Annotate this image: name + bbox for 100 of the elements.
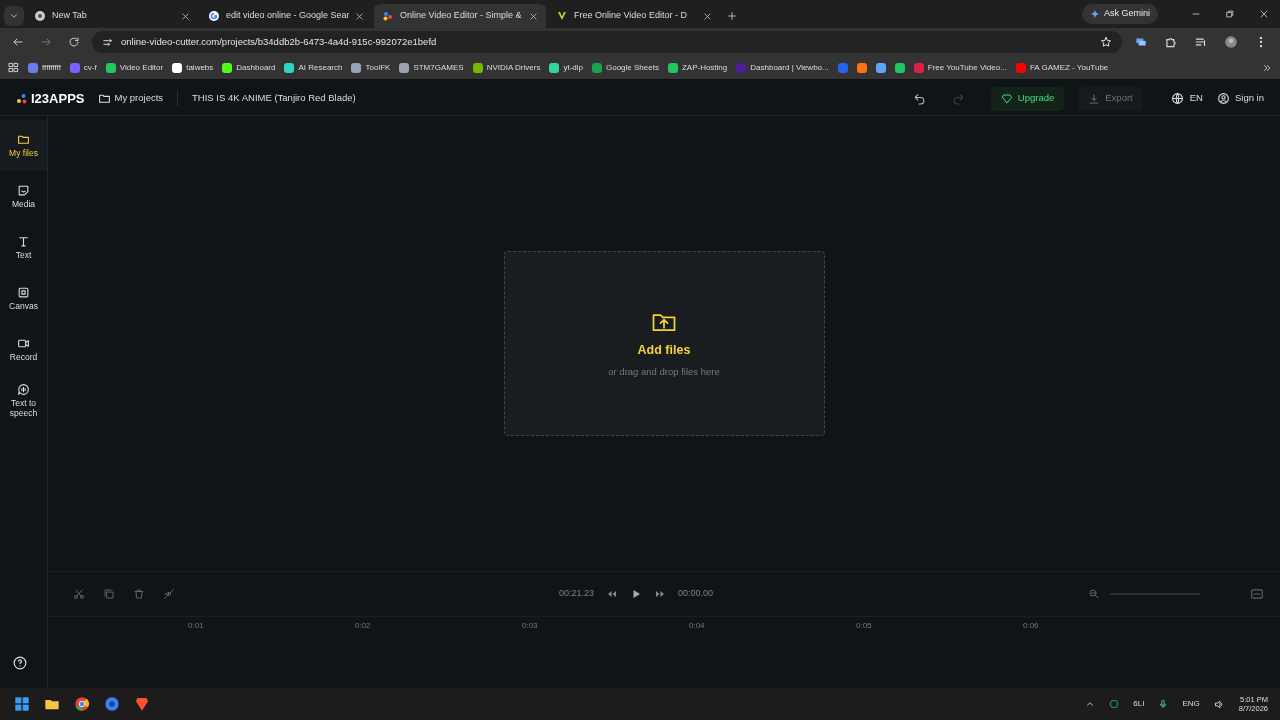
bookmark[interactable]: NVIDIA Drivers bbox=[472, 61, 541, 74]
close-tab-button[interactable] bbox=[529, 11, 538, 21]
zoom-out-icon[interactable] bbox=[1088, 588, 1100, 600]
browser-tab[interactable]: New Tab bbox=[26, 4, 198, 28]
chevrons-right-icon[interactable] bbox=[1262, 62, 1272, 73]
diamond-icon bbox=[1000, 92, 1013, 105]
chevron-down-icon bbox=[9, 11, 19, 21]
bookmark[interactable]: cv-f bbox=[69, 61, 97, 74]
sidebar-item[interactable]: Record bbox=[0, 324, 47, 375]
close-icon bbox=[355, 11, 364, 21]
browser-icon[interactable] bbox=[104, 696, 120, 712]
browser-tab[interactable]: Free Online Video Editor - D bbox=[548, 4, 720, 28]
bookmark[interactable]: FA GAMEZ - YouTube bbox=[1015, 61, 1109, 74]
logo-text: I23APPS bbox=[31, 89, 85, 108]
close-tab-button[interactable] bbox=[703, 11, 712, 21]
v-logo-icon bbox=[556, 10, 568, 22]
chrome-icon bbox=[34, 10, 46, 22]
close-icon bbox=[529, 11, 538, 21]
trash-icon[interactable] bbox=[133, 588, 145, 600]
bookmark[interactable]: Dashboard bbox=[222, 61, 276, 74]
sign-in-button[interactable]: Sign in bbox=[1216, 91, 1264, 106]
time-tick-label: 0:02 bbox=[355, 620, 372, 632]
duration-time: 00:21.23 bbox=[558, 587, 594, 601]
bookmark-icon[interactable] bbox=[837, 62, 848, 73]
bookmark[interactable]: Video Editor bbox=[105, 61, 164, 74]
dots-icon bbox=[382, 10, 394, 22]
back-arrow-icon bbox=[12, 36, 24, 48]
bookmark[interactable]: Free YouTube Video... bbox=[913, 61, 1007, 74]
bookmark[interactable]: ToolFK bbox=[351, 61, 391, 74]
microphone-icon[interactable] bbox=[1158, 699, 1169, 709]
sidebar-item[interactable]: Canvas bbox=[0, 273, 47, 324]
browser-tab[interactable]: Online Video Editor - Simple & bbox=[374, 4, 546, 28]
media-queue-icon[interactable] bbox=[1194, 35, 1208, 49]
current-time: 00:00.00 bbox=[678, 587, 714, 601]
undo-icon[interactable] bbox=[912, 92, 926, 105]
site-info-icon bbox=[102, 36, 113, 48]
language-button[interactable]: EN bbox=[1170, 91, 1203, 106]
sidebar-item[interactable]: Text bbox=[0, 222, 47, 273]
my-projects-link[interactable]: My projects bbox=[98, 91, 164, 106]
windows-start-icon[interactable] bbox=[14, 696, 30, 712]
bookmark[interactable]: AI Research bbox=[284, 61, 343, 74]
chevron-up-icon[interactable] bbox=[1085, 699, 1096, 709]
time-tick-label: 0:01 bbox=[188, 620, 205, 632]
bookmark[interactable]: taiwebs bbox=[172, 61, 214, 74]
close-icon bbox=[703, 11, 712, 21]
avatar-icon[interactable] bbox=[1224, 35, 1238, 49]
forward-arrow-icon bbox=[40, 36, 52, 48]
speech-bubble-icon bbox=[17, 382, 30, 396]
add-files-title: Add files bbox=[637, 342, 691, 359]
bookmark[interactable]: Google Sheets bbox=[592, 61, 659, 74]
ask-gemini-button[interactable]: Ask Gemini bbox=[1082, 4, 1158, 24]
text-icon bbox=[17, 234, 30, 248]
chrome-icon[interactable] bbox=[74, 696, 90, 712]
weather-text[interactable]: 6LI bbox=[1133, 698, 1145, 710]
apps-grid-icon[interactable] bbox=[8, 62, 19, 73]
lion-shield-icon[interactable] bbox=[134, 696, 150, 712]
detach-audio-icon[interactable] bbox=[163, 588, 175, 600]
bookmark[interactable]: yt-dlp bbox=[549, 61, 583, 74]
globe-icon bbox=[1170, 92, 1184, 105]
bookmark-icon[interactable] bbox=[894, 62, 905, 73]
cut-icon[interactable] bbox=[73, 588, 85, 600]
close-tab-button[interactable] bbox=[181, 11, 190, 21]
sparkle-icon bbox=[1090, 9, 1100, 19]
time-tick-label: 0:03 bbox=[522, 620, 539, 632]
sidebar-item[interactable]: Media bbox=[0, 171, 47, 222]
upgrade-button[interactable]: Upgrade bbox=[990, 86, 1065, 111]
browser-tab[interactable]: edit video online - Google Sear bbox=[200, 4, 372, 28]
fit-width-icon[interactable] bbox=[1250, 587, 1264, 601]
bookmark[interactable]: fffffffff bbox=[28, 61, 61, 74]
logo-dots-icon bbox=[16, 92, 28, 105]
bookmark-icon[interactable] bbox=[856, 62, 867, 73]
puzzle-icon[interactable] bbox=[1164, 35, 1178, 49]
close-icon bbox=[181, 11, 190, 21]
time-tick-label: 0:05 bbox=[856, 620, 873, 632]
reload-icon bbox=[68, 36, 80, 48]
duplicate-icon[interactable] bbox=[103, 588, 115, 600]
help-icon[interactable] bbox=[13, 656, 27, 670]
address-bar[interactable]: online-video-cutter.com/projects/b34ddb2b-6473-4a4d-915c-992072e1befd bbox=[92, 31, 1122, 53]
plus-icon bbox=[727, 11, 737, 21]
input-language[interactable]: ENG bbox=[1182, 698, 1200, 710]
restore-icon bbox=[1225, 9, 1235, 19]
folder-icon bbox=[98, 92, 112, 105]
sidebar-item[interactable]: My files bbox=[0, 120, 47, 171]
close-tab-button[interactable] bbox=[355, 11, 364, 21]
drop-zone[interactable]: Add files or drag and drop files here bbox=[503, 251, 825, 436]
bookmark[interactable]: ZAP-Hosting bbox=[667, 61, 728, 74]
fast-forward-icon[interactable] bbox=[654, 588, 666, 600]
speaker-icon[interactable] bbox=[1213, 698, 1225, 710]
sidebar-item[interactable]: Text to speech bbox=[0, 375, 47, 426]
star-icon[interactable] bbox=[1100, 36, 1112, 48]
project-title[interactable]: THIS IS 4K ANIME (Tanjiro Red Blade) bbox=[177, 91, 356, 106]
bookmark-icon[interactable] bbox=[875, 62, 886, 73]
bookmark[interactable]: STM7GAMES bbox=[399, 61, 464, 74]
rewind-icon[interactable] bbox=[606, 588, 618, 600]
download-icon bbox=[1088, 92, 1101, 105]
bookmark[interactable]: Dashboard | Viewbo... bbox=[736, 61, 829, 74]
time-tick-label: 0:06 bbox=[1023, 620, 1040, 632]
canvas-icon bbox=[17, 285, 30, 299]
time-tick-label: 0:04 bbox=[689, 620, 706, 632]
sticker-icon bbox=[17, 183, 30, 197]
